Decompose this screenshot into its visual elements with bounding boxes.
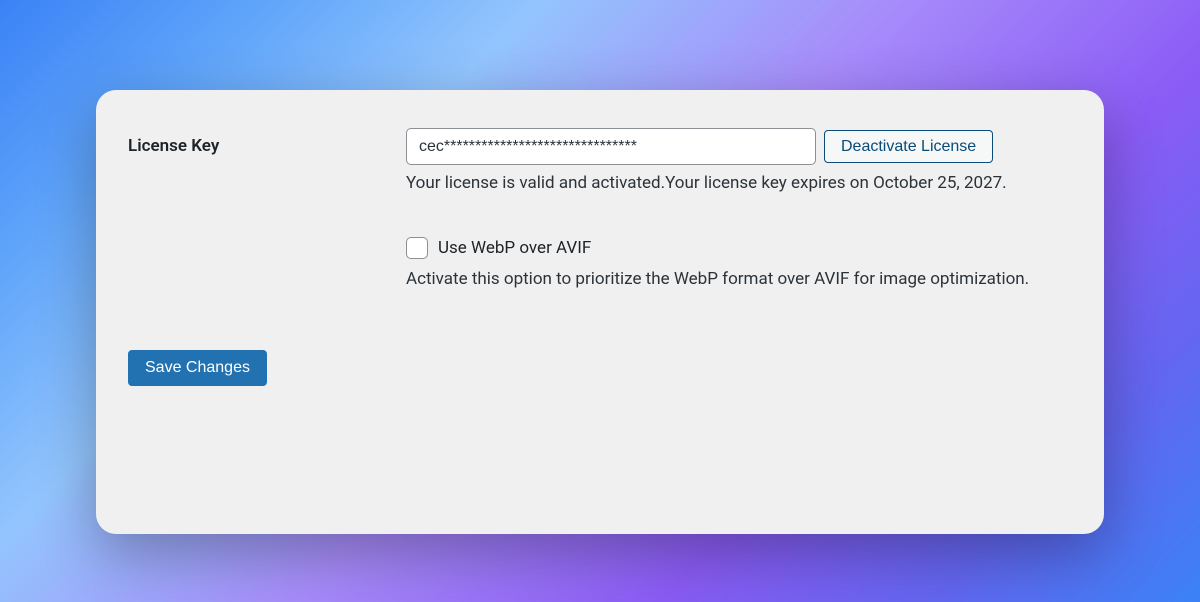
webp-option-description: Activate this option to prioritize the W… [406, 267, 1072, 293]
license-label: License Key [128, 128, 406, 156]
webp-over-avif-checkbox[interactable] [406, 237, 428, 259]
webp-option-spacer [128, 237, 406, 245]
license-status-text: Your license is valid and activated.Your… [406, 171, 1072, 197]
license-input-row: Deactivate License [406, 128, 1072, 165]
license-content: Deactivate License Your license is valid… [406, 128, 1072, 197]
deactivate-license-button[interactable]: Deactivate License [824, 130, 993, 163]
license-key-input[interactable] [406, 128, 816, 165]
webp-checkbox-label[interactable]: Use WebP over AVIF [438, 238, 591, 258]
save-changes-button[interactable]: Save Changes [128, 350, 267, 386]
settings-panel: License Key Deactivate License Your lice… [96, 90, 1104, 534]
webp-option-content: Use WebP over AVIF Activate this option … [406, 237, 1072, 293]
webp-option-row: Use WebP over AVIF Activate this option … [128, 237, 1072, 293]
license-row: License Key Deactivate License Your lice… [128, 128, 1072, 197]
webp-checkbox-row: Use WebP over AVIF [406, 237, 1072, 259]
